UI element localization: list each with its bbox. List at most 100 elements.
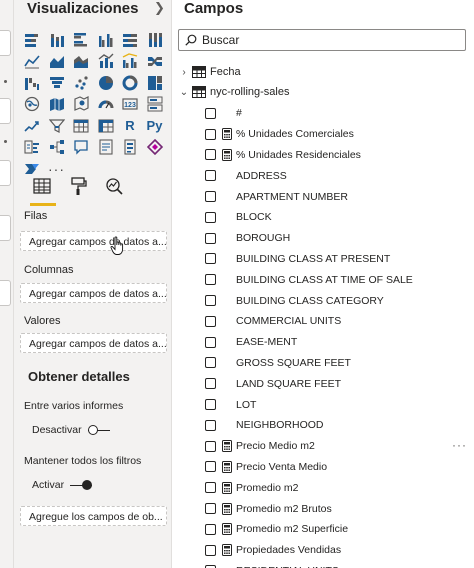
azure-map-icon[interactable] <box>69 94 93 115</box>
search-box[interactable] <box>178 29 466 51</box>
toggle-switch-on[interactable] <box>70 480 93 490</box>
key-influencers-icon[interactable] <box>20 137 44 158</box>
field-row[interactable]: COMMERCIAL UNITS <box>205 311 467 332</box>
line-chart-icon[interactable] <box>20 51 44 72</box>
filter-card-edge[interactable] <box>0 98 11 124</box>
clustered-bar-icon[interactable] <box>69 29 93 50</box>
format-tab-icon[interactable] <box>64 176 92 206</box>
field-checkbox[interactable] <box>205 503 216 515</box>
stacked-column-icon[interactable] <box>45 29 69 50</box>
field-checkbox[interactable] <box>205 419 216 431</box>
search-input[interactable] <box>202 32 457 48</box>
field-row[interactable]: BUILDING CLASS CATEGORY <box>205 290 467 311</box>
analytics-tab-icon[interactable] <box>100 176 128 206</box>
100-stacked-column-icon[interactable] <box>143 29 167 50</box>
field-row[interactable]: APARTMENT NUMBER <box>205 186 467 207</box>
field-checkbox[interactable] <box>205 378 216 390</box>
field-row[interactable]: Promedio m2 Brutos <box>205 498 467 519</box>
power-apps-icon[interactable] <box>143 137 167 158</box>
filter-card-edge[interactable] <box>0 160 11 186</box>
columns-well-dropzone[interactable]: Agregar campos de datos a... <box>20 283 167 303</box>
field-checkbox[interactable] <box>205 274 216 286</box>
field-row[interactable]: BUILDING CLASS AT TIME OF SALE <box>205 269 467 290</box>
clustered-column-icon[interactable] <box>94 29 118 50</box>
table-icon[interactable] <box>69 115 93 136</box>
card-icon[interactable]: 123 <box>118 94 142 115</box>
chevron-down-icon[interactable]: ⌄ <box>178 87 190 98</box>
field-row[interactable]: Propiedades Vendidas <box>205 540 467 561</box>
decomposition-tree-icon[interactable] <box>45 137 69 158</box>
field-checkbox[interactable] <box>205 253 216 265</box>
ribbon-chart-icon[interactable] <box>143 51 167 72</box>
field-checkbox[interactable] <box>205 232 216 244</box>
values-well-dropzone[interactable]: Agregar campos de datos a... <box>20 333 167 353</box>
field-checkbox[interactable] <box>205 336 216 348</box>
chevron-right-icon[interactable]: › <box>178 67 190 78</box>
slicer-icon[interactable] <box>45 115 69 136</box>
python-visual-icon[interactable]: Py <box>143 115 167 136</box>
field-checkbox[interactable] <box>205 315 216 327</box>
line-column-icon[interactable] <box>94 51 118 72</box>
toggle-switch-off[interactable] <box>87 425 110 435</box>
field-checkbox[interactable] <box>205 482 216 494</box>
field-checkbox[interactable] <box>205 295 216 307</box>
field-row[interactable]: NEIGHBORHOOD <box>205 415 467 436</box>
stacked-bar-icon[interactable] <box>20 29 44 50</box>
donut-chart-icon[interactable] <box>118 72 142 93</box>
r-visual-icon[interactable]: R <box>118 115 142 136</box>
chevron-right-icon[interactable]: ❯ <box>154 0 165 16</box>
filter-card-edge[interactable] <box>0 280 11 306</box>
filter-card-edge[interactable] <box>0 30 11 56</box>
cross-report-toggle[interactable]: Desactivar <box>32 424 110 436</box>
paginated-report-icon[interactable] <box>118 137 142 158</box>
fields-tab-icon[interactable] <box>28 176 56 206</box>
field-row[interactable]: # <box>205 103 467 124</box>
field-row[interactable]: % Unidades Residenciales <box>205 145 467 166</box>
pie-chart-icon[interactable] <box>94 72 118 93</box>
table-nyc-rolling-sales[interactable]: ⌄ nyc-rolling-sales <box>178 83 289 101</box>
area-chart-icon[interactable] <box>45 51 69 72</box>
keep-filters-toggle[interactable]: Activar <box>32 479 93 491</box>
gauge-icon[interactable] <box>94 94 118 115</box>
table-fecha[interactable]: › Fecha <box>178 63 241 81</box>
filter-card-edge[interactable] <box>0 215 11 241</box>
field-row[interactable]: % Unidades Comerciales <box>205 124 467 145</box>
100-stacked-bar-icon[interactable] <box>118 29 142 50</box>
treemap-icon[interactable] <box>143 72 167 93</box>
field-checkbox[interactable] <box>205 149 216 161</box>
field-checkbox[interactable] <box>205 191 216 203</box>
field-checkbox[interactable] <box>205 399 216 411</box>
line-clustered-column-icon[interactable] <box>118 51 142 72</box>
multi-row-card-icon[interactable] <box>143 94 167 115</box>
field-row[interactable]: BUILDING CLASS AT PRESENT <box>205 249 467 270</box>
field-checkbox[interactable] <box>205 107 216 119</box>
field-checkbox[interactable] <box>205 128 216 140</box>
field-checkbox[interactable] <box>205 440 216 452</box>
field-checkbox[interactable] <box>205 170 216 182</box>
field-row[interactable]: LOT <box>205 394 467 415</box>
field-checkbox[interactable] <box>205 357 216 369</box>
field-checkbox[interactable] <box>205 544 216 556</box>
field-checkbox[interactable] <box>205 211 216 223</box>
kpi-icon[interactable] <box>20 115 44 136</box>
map-icon[interactable] <box>20 94 44 115</box>
field-row[interactable]: RESIDENTIAL UNITS <box>205 561 467 568</box>
rows-well-dropzone[interactable]: Agregar campos de datos a... <box>20 231 167 251</box>
field-checkbox[interactable] <box>205 461 216 473</box>
waterfall-icon[interactable] <box>20 72 44 93</box>
field-row[interactable]: BOROUGH <box>205 228 467 249</box>
filled-map-icon[interactable] <box>45 94 69 115</box>
drillthrough-fields-dropzone[interactable]: Agregue los campos de ob... <box>20 506 167 526</box>
more-options-icon[interactable]: ··· <box>452 438 467 452</box>
funnel-icon[interactable] <box>45 72 69 93</box>
field-row[interactable]: LAND SQUARE FEET <box>205 373 467 394</box>
field-row[interactable]: BLOCK <box>205 207 467 228</box>
stacked-area-icon[interactable] <box>69 51 93 72</box>
field-row[interactable]: EASE-MENT <box>205 332 467 353</box>
matrix-icon[interactable] <box>94 115 118 136</box>
field-row[interactable]: GROSS SQUARE FEET <box>205 353 467 374</box>
field-checkbox[interactable] <box>205 523 216 535</box>
field-row[interactable]: Promedio m2 Superficie <box>205 519 467 540</box>
field-row[interactable]: Precio Medio m2 ··· <box>205 436 467 457</box>
narrative-icon[interactable] <box>94 137 118 158</box>
